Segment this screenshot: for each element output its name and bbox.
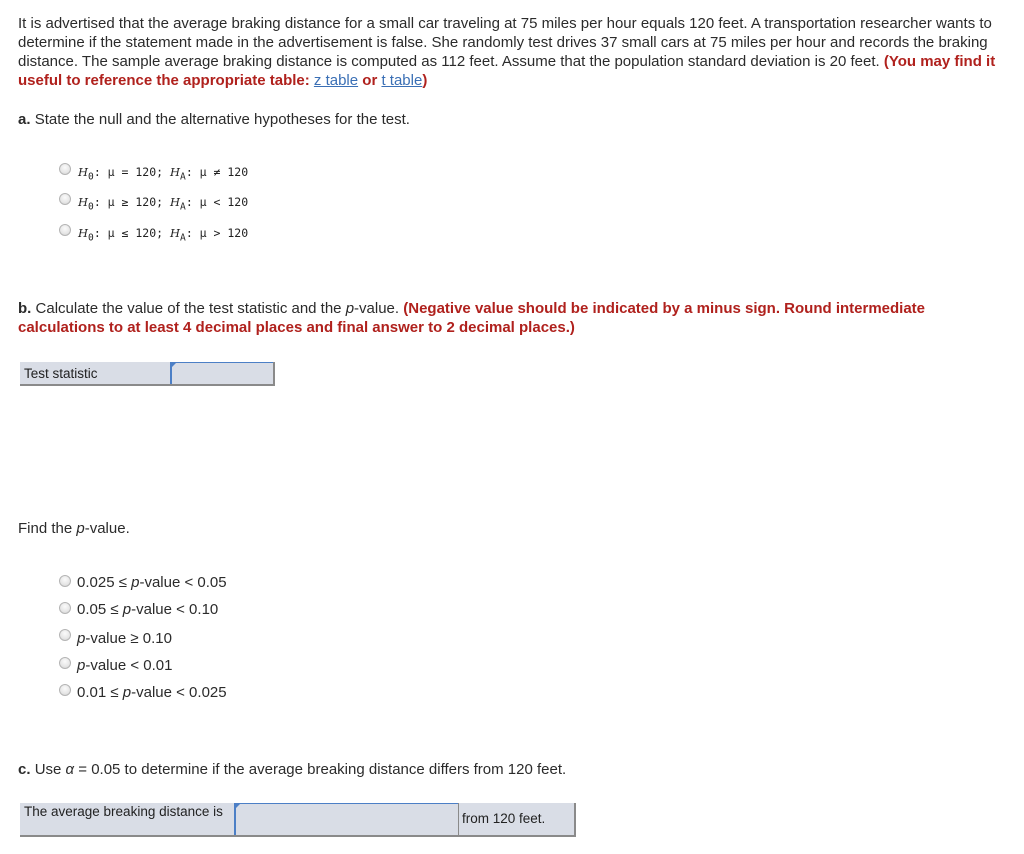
pvalue-option-4-radio[interactable] <box>59 657 71 669</box>
conclusion-row: The average breaking distance is from 12… <box>20 803 576 837</box>
pvalue-option-3-radio[interactable] <box>59 629 71 641</box>
pvalue-option-1-radio[interactable] <box>59 575 71 587</box>
find-p-value-prompt: Find the p-value. <box>18 520 130 537</box>
hypothesis-option-3-radio[interactable] <box>59 224 71 236</box>
test-statistic-row: Test statistic <box>20 362 275 386</box>
part-a-question: a. State the null and the alternative hy… <box>18 111 410 128</box>
conclusion-label: The average breaking distance is <box>24 804 223 819</box>
conclusion-suffix: from 120 feet. <box>458 803 574 835</box>
pvalue-option-4[interactable]: p-value < 0.01 <box>77 657 173 674</box>
hypothesis-option-2-radio[interactable] <box>59 193 71 205</box>
pvalue-option-3[interactable]: p-value ≥ 0.10 <box>77 630 172 647</box>
test-statistic-input[interactable] <box>170 362 273 384</box>
pvalue-option-5[interactable]: 0.01 ≤ p-value < 0.025 <box>77 684 227 701</box>
alpha-symbol: α <box>65 761 75 778</box>
pvalue-option-1[interactable]: 0.025 ≤ p-value < 0.05 <box>77 574 227 591</box>
hypothesis-option-1-radio[interactable] <box>59 163 71 175</box>
conclusion-dropdown[interactable] <box>234 803 458 835</box>
part-b-question: b. Calculate the value of the test stati… <box>18 300 926 336</box>
pvalue-option-2-radio[interactable] <box>59 602 71 614</box>
pvalue-option-2[interactable]: 0.05 ≤ p-value < 0.10 <box>77 601 218 618</box>
hypothesis-option-1[interactable]: H0: μ = 120; HA: μ ≠ 120 <box>78 165 248 182</box>
t-table-link[interactable]: t table <box>381 72 422 89</box>
hypothesis-option-3[interactable]: H0: μ ≤ 120; HA: μ > 120 <box>78 226 248 243</box>
part-c-question: c. Use α = 0.05 to determine if the aver… <box>18 761 567 778</box>
test-statistic-label: Test statistic <box>24 366 98 381</box>
pvalue-option-5-radio[interactable] <box>59 684 71 696</box>
problem-statement: It is advertised that the average brakin… <box>18 14 1008 90</box>
intro-text: It is advertised that the average brakin… <box>18 15 992 70</box>
z-table-link[interactable]: z table <box>314 72 358 89</box>
hypothesis-option-2[interactable]: H0: μ ≥ 120; HA: μ < 120 <box>78 195 248 212</box>
